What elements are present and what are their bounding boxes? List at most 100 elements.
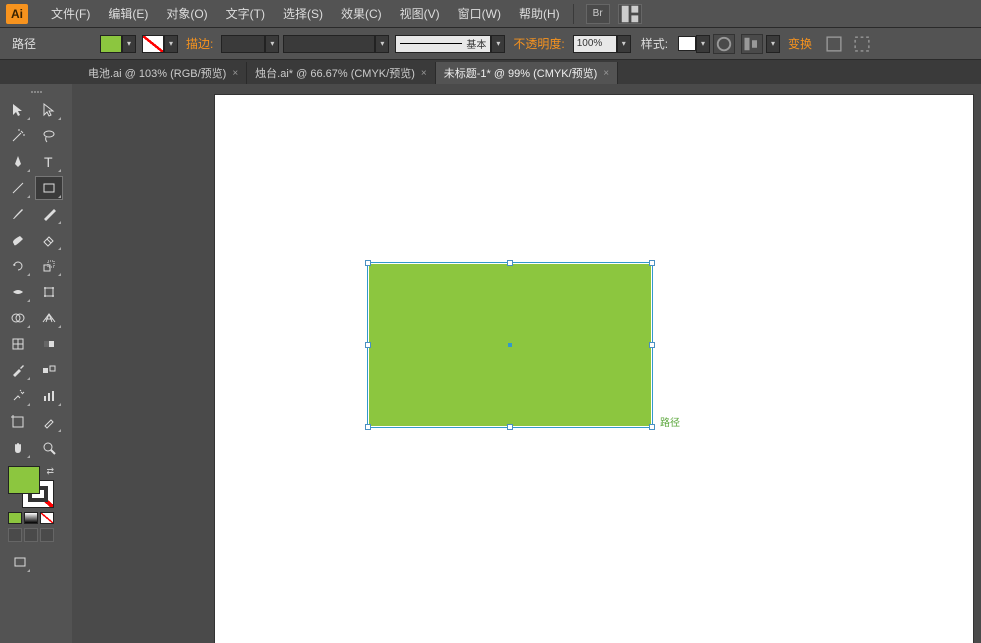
divider bbox=[573, 4, 574, 24]
screen-mode-section bbox=[0, 546, 72, 578]
draw-inside[interactable] bbox=[40, 528, 54, 542]
menu-help[interactable]: 帮助(H) bbox=[510, 5, 569, 22]
tab-label: 未标题-1* @ 99% (CMYK/预览) bbox=[444, 65, 598, 81]
menu-file[interactable]: 文件(F) bbox=[42, 5, 99, 22]
color-mode-none[interactable] bbox=[40, 512, 54, 524]
stroke-weight-input[interactable] bbox=[221, 35, 265, 53]
style-dropdown[interactable]: ▾ bbox=[696, 35, 710, 53]
menu-edit[interactable]: 编辑(E) bbox=[99, 5, 157, 22]
perspective-grid-tool[interactable] bbox=[35, 306, 63, 330]
eyedropper-tool[interactable] bbox=[4, 358, 32, 382]
isolate-button[interactable] bbox=[823, 34, 845, 54]
fill-swatch[interactable] bbox=[100, 35, 122, 53]
graphic-style-swatch[interactable] bbox=[678, 36, 696, 51]
edit-button[interactable] bbox=[851, 34, 873, 54]
fill-dropdown[interactable]: ▾ bbox=[122, 35, 136, 53]
lasso-tool[interactable] bbox=[35, 124, 63, 148]
stroke-swatch[interactable] bbox=[142, 35, 164, 53]
align-dropdown[interactable]: ▾ bbox=[766, 35, 780, 53]
direct-selection-tool[interactable] bbox=[35, 98, 63, 122]
menu-object[interactable]: 对象(O) bbox=[157, 5, 216, 22]
smart-guide-label: 路径 bbox=[660, 414, 680, 429]
canvas-area[interactable]: 路径 bbox=[72, 84, 981, 643]
line-tool[interactable] bbox=[4, 176, 32, 200]
close-icon[interactable]: × bbox=[603, 68, 609, 79]
resize-handle-br[interactable] bbox=[649, 424, 655, 430]
pencil-tool[interactable] bbox=[35, 202, 63, 226]
color-mode-color[interactable] bbox=[8, 512, 22, 524]
stroke-dropdown[interactable]: ▾ bbox=[164, 35, 178, 53]
resize-handle-bl[interactable] bbox=[365, 424, 371, 430]
menu-view[interactable]: 视图(V) bbox=[391, 5, 449, 22]
color-section: ⇄ bbox=[0, 462, 72, 546]
menu-bar: Ai 文件(F) 编辑(E) 对象(O) 文字(T) 选择(S) 效果(C) 视… bbox=[0, 0, 981, 28]
resize-handle-mr[interactable] bbox=[649, 342, 655, 348]
resize-handle-tl[interactable] bbox=[365, 260, 371, 266]
resize-handle-ml[interactable] bbox=[365, 342, 371, 348]
fill-color-box[interactable] bbox=[8, 466, 40, 494]
free-transform-tool[interactable] bbox=[35, 280, 63, 304]
document-tab[interactable]: 电池.ai @ 103% (RGB/预览) × bbox=[80, 62, 247, 84]
symbol-sprayer-tool[interactable] bbox=[4, 384, 32, 408]
zoom-tool[interactable] bbox=[35, 436, 63, 460]
eraser-tool[interactable] bbox=[35, 228, 63, 252]
stroke-label[interactable]: 描边: bbox=[186, 35, 213, 52]
pen-tool[interactable] bbox=[4, 150, 32, 174]
stroke-style-dropdown[interactable]: ▾ bbox=[375, 35, 389, 53]
tab-label: 电池.ai @ 103% (RGB/预览) bbox=[88, 65, 226, 81]
panel-grip[interactable] bbox=[0, 88, 72, 96]
close-icon[interactable]: × bbox=[232, 68, 238, 79]
resize-handle-tc[interactable] bbox=[507, 260, 513, 266]
stroke-weight-dropdown[interactable]: ▾ bbox=[265, 35, 279, 53]
brush-dropdown[interactable]: ▾ bbox=[491, 35, 505, 53]
paintbrush-tool[interactable] bbox=[4, 202, 32, 226]
brush-definition-select[interactable]: 基本 bbox=[395, 35, 491, 53]
column-graph-tool[interactable] bbox=[35, 384, 63, 408]
document-tab[interactable]: 烛台.ai* @ 66.67% (CMYK/预览) × bbox=[247, 62, 436, 84]
selection-tool[interactable] bbox=[4, 98, 32, 122]
menu-window[interactable]: 窗口(W) bbox=[449, 5, 510, 22]
resize-handle-bc[interactable] bbox=[507, 424, 513, 430]
rotate-tool[interactable] bbox=[4, 254, 32, 278]
artboard-tool[interactable] bbox=[4, 410, 32, 434]
selection-bounds: 路径 bbox=[367, 262, 653, 428]
artboard[interactable]: 路径 bbox=[214, 94, 974, 643]
arrange-button[interactable] bbox=[618, 4, 642, 24]
selection-type-label: 路径 bbox=[12, 35, 36, 52]
stroke-style-select[interactable] bbox=[283, 35, 375, 53]
color-mode-gradient[interactable] bbox=[24, 512, 38, 524]
hand-tool[interactable] bbox=[4, 436, 32, 460]
draw-behind[interactable] bbox=[24, 528, 38, 542]
opacity-dropdown[interactable]: ▾ bbox=[617, 35, 631, 53]
menu-select[interactable]: 选择(S) bbox=[274, 5, 332, 22]
transform-label[interactable]: 变换 bbox=[788, 35, 812, 52]
swap-fill-stroke-icon[interactable]: ⇄ bbox=[46, 466, 54, 477]
type-tool[interactable]: T bbox=[35, 150, 63, 174]
rectangle-tool[interactable] bbox=[35, 176, 63, 200]
width-tool[interactable] bbox=[4, 280, 32, 304]
screen-mode-button[interactable] bbox=[8, 550, 32, 574]
opacity-label[interactable]: 不透明度: bbox=[513, 35, 564, 52]
blend-tool[interactable] bbox=[35, 358, 63, 382]
shape-builder-tool[interactable] bbox=[4, 306, 32, 330]
style-label: 样式: bbox=[641, 35, 668, 52]
magic-wand-tool[interactable] bbox=[4, 124, 32, 148]
scale-tool[interactable] bbox=[35, 254, 63, 278]
close-icon[interactable]: × bbox=[421, 68, 427, 79]
menu-type[interactable]: 文字(T) bbox=[217, 5, 274, 22]
mesh-tool[interactable] bbox=[4, 332, 32, 356]
document-tab[interactable]: 未标题-1* @ 99% (CMYK/预览) × bbox=[436, 62, 618, 84]
draw-normal[interactable] bbox=[8, 528, 22, 542]
fill-stroke-indicator[interactable]: ⇄ bbox=[8, 466, 54, 508]
document-tabs: 电池.ai @ 103% (RGB/预览) × 烛台.ai* @ 66.67% … bbox=[0, 60, 981, 84]
opacity-input[interactable] bbox=[573, 35, 617, 53]
align-button[interactable] bbox=[741, 34, 763, 54]
menu-effect[interactable]: 效果(C) bbox=[332, 5, 391, 22]
resize-handle-tr[interactable] bbox=[649, 260, 655, 266]
blob-brush-tool[interactable] bbox=[4, 228, 32, 252]
recolor-button[interactable] bbox=[713, 34, 735, 54]
bridge-button[interactable]: Br bbox=[586, 4, 610, 24]
gradient-tool[interactable] bbox=[35, 332, 63, 356]
center-point[interactable] bbox=[508, 343, 512, 347]
slice-tool[interactable] bbox=[35, 410, 63, 434]
